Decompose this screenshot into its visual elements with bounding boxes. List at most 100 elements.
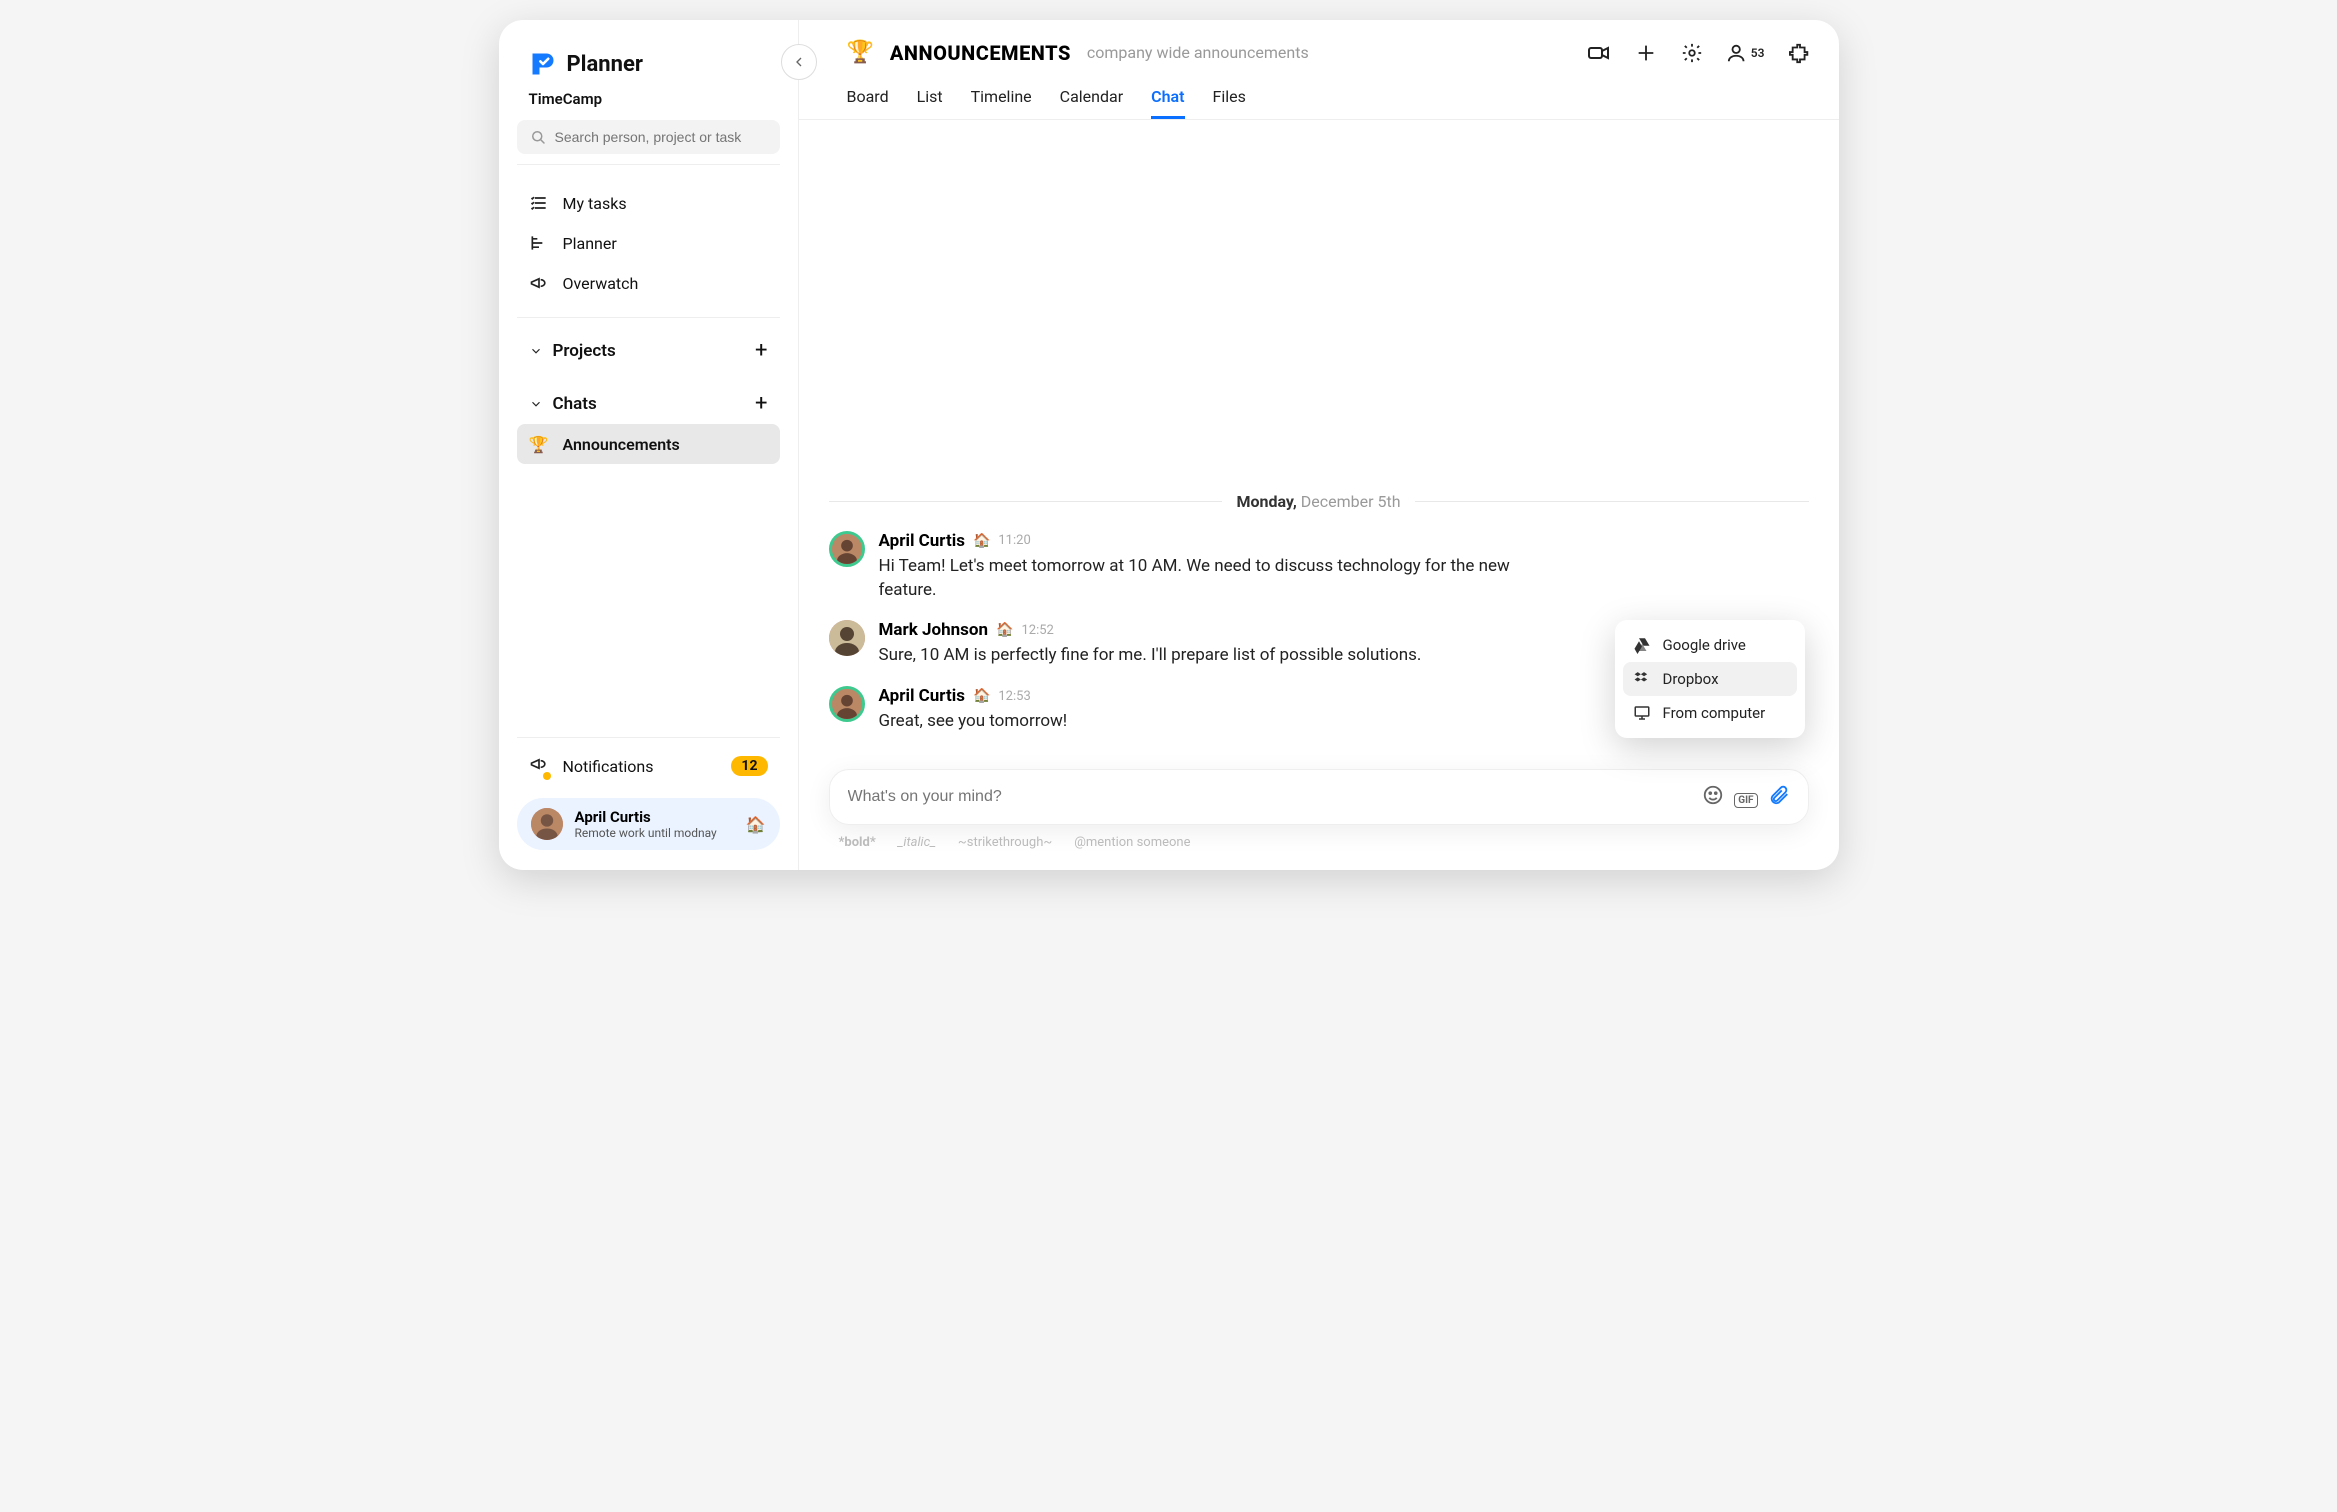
- sidebar-item-label: Announcements: [563, 435, 680, 454]
- tab-board[interactable]: Board: [847, 81, 889, 119]
- attach-item-label: Google drive: [1663, 636, 1746, 654]
- brand-name: Planner: [567, 52, 643, 77]
- add-button[interactable]: [1635, 42, 1657, 64]
- date-separator: Monday, December 5th: [829, 492, 1809, 511]
- search-input-wrap[interactable]: [517, 120, 780, 154]
- add-project-button[interactable]: +: [755, 338, 767, 363]
- chevron-left-icon: [791, 54, 807, 70]
- house-icon: 🏠: [746, 815, 766, 834]
- nav-primary: My tasks Planner Overwatch: [499, 175, 798, 311]
- sidebar-item-planner[interactable]: Planner: [499, 223, 798, 263]
- current-user-status: Remote work until modnay: [575, 826, 717, 840]
- chats-toggle[interactable]: Chats +: [499, 383, 798, 424]
- sidebar-item-label: Overwatch: [563, 274, 639, 293]
- attach-menu: Google drive Dropbox From computer: [1615, 620, 1805, 738]
- composer[interactable]: GIF: [829, 769, 1809, 825]
- tabs: Board List Timeline Calendar Chat Files: [847, 81, 1811, 119]
- megaphone-icon: [529, 754, 549, 778]
- google-drive-icon: [1633, 636, 1651, 654]
- brand-logo-icon: [529, 50, 557, 78]
- search-input[interactable]: [555, 129, 768, 145]
- message-time: 12:53: [998, 689, 1030, 704]
- attach-button[interactable]: [1768, 784, 1790, 810]
- house-icon: 🏠: [996, 622, 1013, 638]
- hint-mention: @mention someone: [1074, 835, 1190, 850]
- sidebar-group-chats: Chats + 🏆 Announcements: [499, 377, 798, 470]
- dropbox-icon: [1633, 670, 1651, 688]
- workspace-name: TimeCamp: [499, 90, 798, 116]
- trophy-icon: 🏆: [847, 40, 874, 65]
- composer-hints: *bold* _italic_ ~strikethrough~ @mention…: [829, 835, 1809, 850]
- attach-dropbox[interactable]: Dropbox: [1623, 662, 1797, 696]
- message-text: Hi Team! Let's meet tomorrow at 10 AM. W…: [879, 555, 1519, 603]
- tab-timeline[interactable]: Timeline: [971, 81, 1032, 119]
- attach-item-label: From computer: [1663, 704, 1766, 722]
- channel-title: ANNOUNCEMENTS: [890, 41, 1071, 65]
- composer-input[interactable]: [848, 788, 1693, 806]
- header-actions: 53: [1587, 41, 1811, 65]
- current-user-card[interactable]: April Curtis Remote work until modnay 🏠: [517, 798, 780, 850]
- trophy-icon: 🏆: [529, 434, 549, 454]
- chats-label: Chats: [553, 394, 597, 414]
- sidebar-bottom: Notifications 12 April Curtis Remote wor…: [499, 737, 798, 870]
- avatar: [829, 686, 865, 722]
- sidebar-item-label: Planner: [563, 234, 617, 253]
- avatar: [829, 620, 865, 656]
- channel-subtitle: company wide announcements: [1087, 43, 1309, 62]
- settings-button[interactable]: [1681, 42, 1703, 64]
- sidebar-item-my-tasks[interactable]: My tasks: [499, 183, 798, 223]
- megaphone-icon: [529, 273, 549, 293]
- message-author: April Curtis: [879, 686, 965, 706]
- chevron-down-icon: [529, 397, 543, 411]
- date-weekday: Monday,: [1236, 492, 1296, 511]
- house-icon: 🏠: [973, 533, 990, 549]
- tab-files[interactable]: Files: [1213, 81, 1246, 119]
- date-rest: December 5th: [1297, 492, 1401, 511]
- video-call-button[interactable]: [1587, 41, 1611, 65]
- sidebar-item-announcements[interactable]: 🏆 Announcements: [517, 424, 780, 464]
- house-icon: 🏠: [973, 688, 990, 704]
- members-button[interactable]: 53: [1727, 42, 1765, 64]
- gif-button[interactable]: GIF: [1734, 788, 1757, 807]
- list-check-icon: [529, 193, 549, 213]
- sidebar-item-label: My tasks: [563, 194, 627, 213]
- notifications-badge: 12: [731, 756, 767, 776]
- sidebar: Planner TimeCamp My tasks Planner Overwa…: [499, 20, 799, 870]
- projects-label: Projects: [553, 341, 616, 361]
- message-text: Sure, 10 AM is perfectly fine for me. I'…: [879, 644, 1519, 668]
- computer-icon: [1633, 704, 1651, 722]
- message-text: Great, see you tomorrow!: [879, 710, 1519, 734]
- attach-item-label: Dropbox: [1663, 670, 1719, 688]
- search-icon: [529, 128, 547, 146]
- avatar: [531, 808, 563, 840]
- tab-calendar[interactable]: Calendar: [1060, 81, 1123, 119]
- sidebar-group-projects: Projects +: [499, 324, 798, 377]
- attach-google-drive[interactable]: Google drive: [1623, 628, 1797, 662]
- extensions-button[interactable]: [1789, 42, 1811, 64]
- notifications-label: Notifications: [563, 757, 654, 776]
- channel-header: 🏆 ANNOUNCEMENTS company wide announcemen…: [799, 20, 1839, 120]
- back-button[interactable]: [781, 44, 817, 80]
- add-chat-button[interactable]: +: [755, 391, 767, 416]
- member-count: 53: [1751, 46, 1765, 60]
- notifications-button[interactable]: Notifications 12: [517, 737, 780, 788]
- projects-toggle[interactable]: Projects +: [499, 330, 798, 371]
- tab-list[interactable]: List: [917, 81, 943, 119]
- hint-bold: *bold*: [839, 835, 876, 850]
- chevron-down-icon: [529, 344, 543, 358]
- sidebar-item-overwatch[interactable]: Overwatch: [499, 263, 798, 303]
- message-author: April Curtis: [879, 531, 965, 551]
- emoji-button[interactable]: [1702, 784, 1724, 810]
- app-window: Planner TimeCamp My tasks Planner Overwa…: [499, 20, 1839, 870]
- avatar: [829, 531, 865, 567]
- brand: Planner: [499, 20, 798, 90]
- composer-area: GIF *bold* _italic_ ~strikethrough~ @men…: [799, 752, 1839, 870]
- attach-from-computer[interactable]: From computer: [1623, 696, 1797, 730]
- message-time: 11:20: [998, 533, 1030, 548]
- current-user-name: April Curtis: [575, 808, 717, 826]
- tab-chat[interactable]: Chat: [1151, 81, 1184, 119]
- message: April Curtis 🏠 11:20 Hi Team! Let's meet…: [829, 531, 1809, 603]
- gantt-icon: [529, 233, 549, 253]
- hint-strike: ~strikethrough~: [958, 835, 1052, 850]
- message-author: Mark Johnson: [879, 620, 989, 640]
